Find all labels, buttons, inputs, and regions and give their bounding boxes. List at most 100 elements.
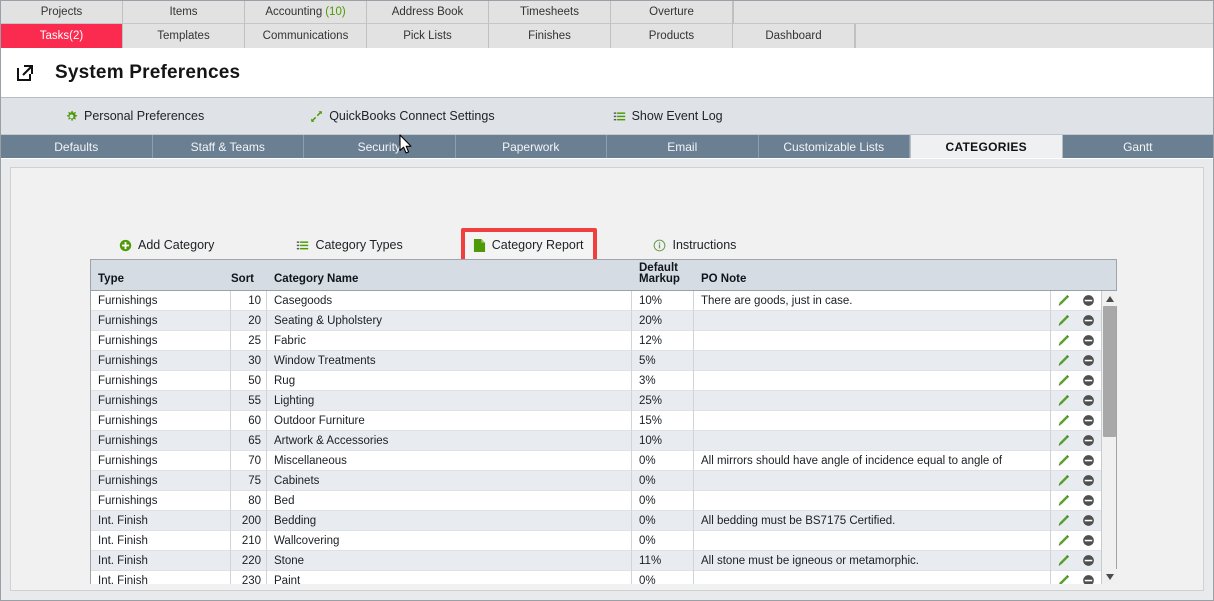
section-tab-categories[interactable]: CATEGORIES — [910, 135, 1063, 158]
nav-tab-pick-lists[interactable]: Pick Lists — [367, 24, 489, 48]
nav-tab-projects[interactable]: Projects — [1, 1, 123, 24]
minus-circle-icon[interactable] — [1082, 354, 1095, 367]
table-row[interactable]: Furnishings 30 Window Treatments 5% — [91, 350, 1116, 371]
nav-tab-timesheets[interactable]: Timesheets — [489, 1, 611, 24]
categories-panel: Add Category Category Types Category Rep… — [10, 167, 1204, 591]
section-tab-defaults[interactable]: Defaults — [1, 135, 153, 158]
pencil-icon[interactable] — [1057, 474, 1070, 487]
minus-circle-icon[interactable] — [1082, 294, 1095, 307]
nav-tab-items[interactable]: Items — [123, 1, 245, 24]
section-tab-gantt[interactable]: Gantt — [1062, 135, 1213, 158]
minus-circle-icon[interactable] — [1082, 374, 1095, 387]
pencil-icon[interactable] — [1057, 414, 1070, 427]
column-header-type[interactable]: Type — [91, 273, 231, 290]
pencil-icon[interactable] — [1057, 554, 1070, 567]
table-row[interactable]: Furnishings 50 Rug 3% — [91, 370, 1116, 391]
section-tab-customizable-lists[interactable]: Customizable Lists — [758, 135, 910, 158]
page-header: System Preferences — [1, 48, 1213, 98]
minus-circle-icon[interactable] — [1082, 494, 1095, 507]
cell-po-note — [694, 390, 1051, 411]
table-row[interactable]: Furnishings 10 Casegoods 10% There are goods… — [91, 291, 1116, 311]
minus-circle-icon[interactable] — [1082, 554, 1095, 567]
table-body: Furnishings 10 Casegoods 10% There are goods… — [91, 291, 1116, 584]
minus-circle-icon[interactable] — [1082, 514, 1095, 527]
vertical-scrollbar[interactable] — [1101, 291, 1117, 584]
section-tab-email[interactable]: Email — [607, 135, 759, 158]
minus-circle-icon[interactable] — [1082, 334, 1095, 347]
minus-circle-icon[interactable] — [1082, 574, 1095, 584]
minus-circle-icon[interactable] — [1082, 434, 1095, 447]
nav-tab-templates[interactable]: Templates — [123, 24, 245, 48]
table-row[interactable]: Furnishings 55 Lighting 25% — [91, 390, 1116, 411]
scroll-up-arrow-icon[interactable] — [1102, 291, 1117, 306]
show-event-log-link[interactable]: Show Event Log — [613, 109, 723, 123]
nav-tab-address-book[interactable]: Address Book — [367, 1, 489, 24]
minus-circle-icon[interactable] — [1082, 454, 1095, 467]
column-header-default-markup[interactable]: Default Markup — [632, 262, 694, 290]
cell-po-note — [694, 350, 1051, 371]
table-row[interactable]: Furnishings 60 Outdoor Furniture 15% — [91, 410, 1116, 431]
cell-category-name: Bedding — [267, 510, 632, 531]
table-row[interactable]: Int. Finish 200 Bedding 0% All bedding must … — [91, 510, 1116, 531]
column-header-category-name[interactable]: Category Name — [267, 273, 632, 290]
table-row[interactable]: Furnishings 70 Miscellaneous 0% All mirrors … — [91, 450, 1116, 471]
cell-default-markup: 10% — [632, 430, 694, 451]
nav-tab-dashboard[interactable]: Dashboard — [733, 24, 855, 48]
minus-circle-icon[interactable] — [1082, 394, 1095, 407]
pencil-icon[interactable] — [1057, 534, 1070, 547]
nav-tab-products[interactable]: Products — [611, 24, 733, 48]
pencil-icon[interactable] — [1057, 374, 1070, 387]
minus-circle-icon[interactable] — [1082, 314, 1095, 327]
pencil-icon[interactable] — [1057, 314, 1070, 327]
cell-sort: 25 — [231, 330, 267, 351]
section-tab-label: CATEGORIES — [945, 139, 1027, 154]
cell-default-markup: 25% — [632, 390, 694, 411]
section-tab-paperwork[interactable]: Paperwork — [455, 135, 607, 158]
personal-preferences-link[interactable]: Personal Preferences — [65, 109, 204, 123]
minus-circle-icon[interactable] — [1082, 414, 1095, 427]
table-row[interactable]: Int. Finish 220 Stone 11% All stone must be … — [91, 550, 1116, 571]
pencil-icon[interactable] — [1057, 334, 1070, 347]
minus-circle-icon[interactable] — [1082, 534, 1095, 547]
pencil-icon[interactable] — [1057, 434, 1070, 447]
pencil-icon[interactable] — [1057, 294, 1070, 307]
pencil-icon[interactable] — [1057, 454, 1070, 467]
cell-type: Furnishings — [91, 370, 231, 391]
cell-default-markup: 5% — [632, 350, 694, 371]
pencil-icon[interactable] — [1057, 354, 1070, 367]
category-types-link[interactable]: Category Types — [296, 238, 403, 252]
table-row[interactable]: Int. Finish 230 Paint 0% — [91, 570, 1116, 584]
external-link-icon[interactable] — [15, 63, 35, 83]
category-report-link[interactable]: Category Report — [460, 227, 598, 263]
nav-tab-finishes[interactable]: Finishes — [489, 24, 611, 48]
pencil-icon[interactable] — [1057, 394, 1070, 407]
nav-tab-accounting[interactable]: Accounting (10) — [245, 1, 367, 24]
instructions-link[interactable]: Instructions — [653, 238, 736, 252]
section-tab-label: Security — [357, 139, 401, 154]
cell-category-name: Rug — [267, 370, 632, 391]
table-row[interactable]: Furnishings 75 Cabinets 0% — [91, 470, 1116, 491]
table-row[interactable]: Furnishings 20 Seating & Upholstery 20% — [91, 310, 1116, 331]
page-title: System Preferences — [55, 61, 241, 83]
table-row[interactable]: Int. Finish 210 Wallcovering 0% — [91, 530, 1116, 551]
nav-tab-overture[interactable]: Overture — [611, 1, 733, 24]
pencil-icon[interactable] — [1057, 494, 1070, 507]
table-row[interactable]: Furnishings 65 Artwork & Accessories 10% — [91, 430, 1116, 451]
minus-circle-icon[interactable] — [1082, 474, 1095, 487]
table-row[interactable]: Furnishings 80 Bed 0% — [91, 490, 1116, 511]
table-row[interactable]: Furnishings 25 Fabric 12% — [91, 330, 1116, 351]
scrollbar-thumb[interactable] — [1103, 306, 1116, 437]
nav-tab-tasks[interactable]: Tasks (2) — [1, 24, 123, 48]
cell-default-markup: 0% — [632, 490, 694, 511]
section-tab-security[interactable]: Security — [304, 135, 456, 158]
nav-tab-label: Communications — [262, 30, 349, 42]
pencil-icon[interactable] — [1057, 514, 1070, 527]
quickbooks-connect-settings-link[interactable]: QuickBooks Connect Settings — [310, 109, 495, 123]
add-category-link[interactable]: Add Category — [119, 238, 214, 252]
scroll-down-arrow-icon[interactable] — [1102, 569, 1117, 584]
nav-tab-communications[interactable]: Communications — [245, 24, 367, 48]
pencil-icon[interactable] — [1057, 574, 1070, 584]
section-tab-staff-teams[interactable]: Staff & Teams — [152, 135, 304, 158]
column-header-po-note[interactable]: PO Note — [694, 273, 1051, 290]
column-header-sort[interactable]: Sort — [231, 273, 267, 290]
